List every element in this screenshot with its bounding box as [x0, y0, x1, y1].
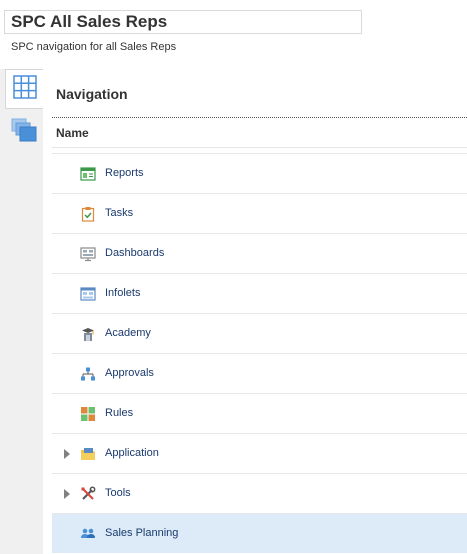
nav-row-approvals[interactable]: Approvals — [52, 353, 467, 393]
side-tab-bar — [0, 69, 43, 554]
nav-row-dashboards[interactable]: Dashboards — [52, 233, 467, 273]
approvals-icon — [80, 366, 96, 382]
dashboards-icon — [80, 246, 96, 262]
nav-item-label[interactable]: Rules — [105, 407, 133, 419]
column-divider — [52, 147, 467, 148]
nav-row-reports[interactable]: Reports — [52, 153, 467, 193]
navigation-header: Navigation — [56, 86, 128, 102]
expand-triangle-icon[interactable] — [64, 489, 70, 499]
application-icon — [80, 446, 96, 462]
sales-planning-icon — [80, 526, 96, 542]
nav-item-label[interactable]: Dashboards — [105, 247, 164, 259]
name-column-header[interactable]: Name — [56, 126, 89, 140]
nav-item-label[interactable]: Tools — [105, 487, 131, 499]
rules-icon — [80, 406, 96, 422]
nav-row-application[interactable]: Application — [52, 433, 467, 473]
reports-icon — [80, 166, 96, 182]
nav-row-academy[interactable]: Academy — [52, 313, 467, 353]
header-divider — [52, 117, 467, 118]
nav-item-label[interactable]: Reports — [105, 167, 144, 179]
nav-item-label[interactable]: Approvals — [105, 367, 154, 379]
nav-row-tools[interactable]: Tools — [52, 473, 467, 513]
infolets-icon — [80, 286, 96, 302]
cards-stack-icon — [10, 117, 38, 148]
tasks-icon — [80, 206, 96, 222]
side-tab-navigation[interactable] — [5, 69, 43, 109]
nav-row-sales-planning[interactable]: Sales Planning — [52, 513, 467, 553]
nav-item-label[interactable]: Tasks — [105, 207, 133, 219]
side-tab-cards[interactable] — [5, 112, 43, 152]
nav-item-label[interactable]: Infolets — [105, 287, 140, 299]
nav-item-label[interactable]: Sales Planning — [105, 527, 178, 539]
page-subtitle: SPC navigation for all Sales Reps — [11, 41, 177, 53]
navigation-panel: Navigation Name Reports Tasks Dashboards… — [43, 69, 467, 554]
nav-row-infolets[interactable]: Infolets — [52, 273, 467, 313]
navigation-list: Reports Tasks Dashboards Infolets Academ… — [52, 153, 467, 553]
tools-icon — [80, 486, 96, 502]
nav-row-rules[interactable]: Rules — [52, 393, 467, 433]
page-title: SPC All Sales Reps — [4, 10, 362, 34]
nav-item-label[interactable]: Academy — [105, 327, 151, 339]
grid-icon — [12, 74, 37, 104]
nav-item-label[interactable]: Application — [105, 447, 159, 459]
nav-row-tasks[interactable]: Tasks — [52, 193, 467, 233]
academy-icon — [80, 326, 96, 342]
expand-triangle-icon[interactable] — [64, 449, 70, 459]
